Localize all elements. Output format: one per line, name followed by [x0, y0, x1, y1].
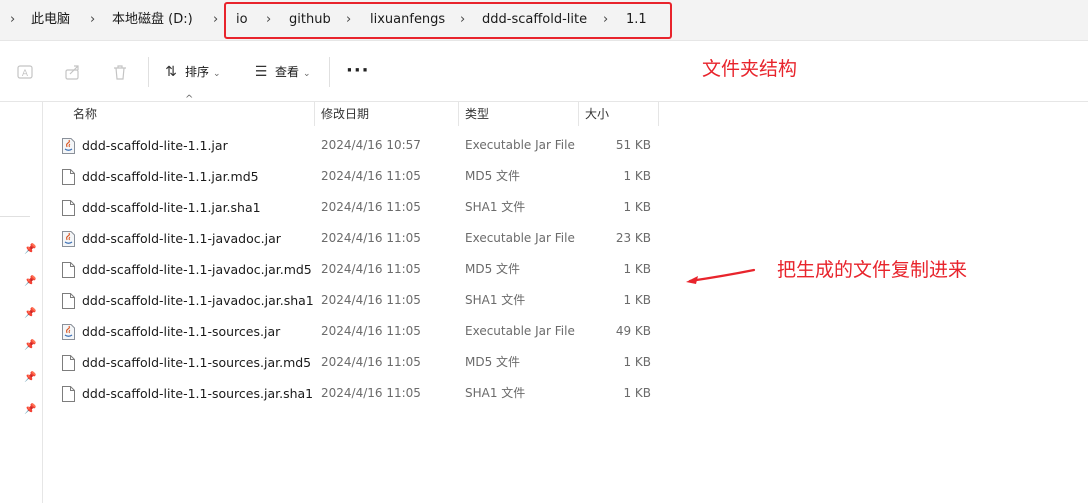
pin-icon: 📌	[24, 372, 37, 383]
file-icon	[62, 200, 75, 216]
file-name: ddd-scaffold-lite-1.1-sources.jar.md5	[82, 355, 312, 370]
file-name: ddd-scaffold-lite-1.1.jar.md5	[82, 169, 259, 184]
view-button[interactable]: ☰ 查看 ⌄	[253, 61, 311, 83]
column-separator[interactable]	[578, 102, 579, 126]
view-list-icon: ☰	[254, 64, 268, 80]
file-type: Executable Jar File	[465, 231, 575, 245]
annotation-arrow-icon	[686, 268, 756, 284]
annotation-copy-files: 把生成的文件复制进来	[777, 259, 968, 281]
file-type: Executable Jar File	[465, 138, 575, 152]
file-icon	[62, 293, 75, 309]
file-modified-date: 2024/4/16 11:05	[321, 293, 421, 307]
more-options-button[interactable]: ···	[346, 62, 370, 80]
column-separator[interactable]	[314, 102, 315, 126]
share-icon[interactable]	[64, 63, 82, 81]
file-row[interactable]: ddd-scaffold-lite-1.1-sources.jar.md5 202…	[55, 347, 660, 378]
file-name: ddd-scaffold-lite-1.1-javadoc.jar.sha1	[82, 293, 314, 308]
pin-icon: 📌	[24, 276, 37, 287]
toolbar-divider	[148, 57, 149, 87]
delete-icon[interactable]	[111, 63, 129, 81]
file-modified-date: 2024/4/16 11:05	[321, 262, 421, 276]
column-separator[interactable]	[458, 102, 459, 126]
chevron-down-icon: ⌄	[213, 69, 221, 79]
rename-icon[interactable]: A	[16, 63, 34, 81]
svg-text:A: A	[22, 69, 29, 79]
file-modified-date: 2024/4/16 11:05	[321, 386, 421, 400]
file-modified-date: 2024/4/16 11:05	[321, 355, 421, 369]
column-header-name[interactable]: 名称	[73, 102, 97, 126]
file-modified-date: 2024/4/16 10:57	[321, 138, 421, 152]
chevron-right-icon: ›	[10, 12, 16, 27]
file-modified-date: 2024/4/16 11:05	[321, 231, 421, 245]
file-name: ddd-scaffold-lite-1.1-javadoc.jar.md5	[82, 262, 312, 277]
file-modified-date: 2024/4/16 11:05	[321, 200, 421, 214]
file-size: 1 KB	[623, 386, 651, 400]
file-icon	[62, 386, 75, 402]
file-row[interactable]: ddd-scaffold-lite-1.1-javadoc.jar 2024/4/…	[55, 223, 660, 254]
file-size: 1 KB	[623, 200, 651, 214]
chevron-right-icon: ›	[213, 12, 219, 27]
file-name: ddd-scaffold-lite-1.1-sources.jar	[82, 324, 281, 339]
file-type: SHA1 文件	[465, 200, 526, 214]
file-icon	[62, 262, 75, 278]
file-name: ddd-scaffold-lite-1.1.jar.sha1	[82, 200, 261, 215]
file-row[interactable]: ddd-scaffold-lite-1.1-javadoc.jar.md5 202…	[55, 254, 660, 285]
jar-file-icon	[62, 231, 75, 247]
file-type: MD5 文件	[465, 169, 521, 183]
address-bar[interactable]: › 此电脑 › 本地磁盘 (D:) › io › github › lixuan…	[0, 0, 1088, 41]
navigation-pane[interactable]: 📌 📌 📌 📌 📌 📌	[0, 102, 43, 503]
column-separator[interactable]	[658, 102, 659, 126]
breadcrumb-this-pc[interactable]: 此电脑	[31, 0, 70, 40]
file-size: 1 KB	[623, 262, 651, 276]
sort-button[interactable]: ⇅ 排序 ⌄	[163, 61, 221, 83]
chevron-down-icon: ⌄	[303, 69, 311, 79]
file-size: 23 KB	[615, 231, 651, 245]
file-row[interactable]: ddd-scaffold-lite-1.1-sources.jar.sha1 20…	[55, 378, 660, 409]
sort-icon: ⇅	[165, 64, 177, 80]
column-header-modified[interactable]: 修改日期	[321, 102, 369, 126]
file-type: SHA1 文件	[465, 386, 526, 400]
file-size: 51 KB	[615, 138, 651, 152]
file-modified-date: 2024/4/16 11:05	[321, 324, 421, 338]
sort-ascending-icon: ^	[185, 94, 194, 105]
file-icon	[62, 355, 75, 371]
pin-icon: 📌	[24, 404, 37, 415]
pin-icon: 📌	[24, 244, 37, 255]
file-row[interactable]: ddd-scaffold-lite-1.1-sources.jar 2024/4/…	[55, 316, 660, 347]
annotation-folder-structure: 文件夹结构	[702, 58, 798, 80]
pin-icon: 📌	[24, 308, 37, 319]
file-size: 1 KB	[623, 169, 651, 183]
column-header-size[interactable]: 大小	[585, 102, 609, 126]
toolbar-divider	[329, 57, 330, 87]
file-modified-date: 2024/4/16 11:05	[321, 169, 421, 183]
file-type: SHA1 文件	[465, 293, 526, 307]
file-name: ddd-scaffold-lite-1.1-sources.jar.sha1	[82, 386, 314, 401]
annotation-highlight-box	[224, 2, 672, 39]
pin-icon: 📌	[24, 340, 37, 351]
file-size: 49 KB	[615, 324, 651, 338]
file-row[interactable]: ddd-scaffold-lite-1.1.jar.md5 2024/4/16 1…	[55, 161, 660, 192]
file-size: 1 KB	[623, 355, 651, 369]
file-type: MD5 文件	[465, 262, 521, 276]
jar-file-icon	[62, 138, 75, 154]
file-size: 1 KB	[623, 293, 651, 307]
sort-label: 排序	[185, 65, 210, 79]
file-type: MD5 文件	[465, 355, 521, 369]
file-name: ddd-scaffold-lite-1.1-javadoc.jar	[82, 231, 281, 246]
view-label: 查看	[275, 65, 300, 79]
breadcrumb-drive-d[interactable]: 本地磁盘 (D:)	[112, 0, 193, 40]
nav-divider	[0, 216, 30, 217]
file-type: Executable Jar File	[465, 324, 575, 338]
chevron-right-icon: ›	[90, 12, 96, 27]
file-name: ddd-scaffold-lite-1.1.jar	[82, 138, 228, 153]
command-bar: A ⇅ 排序 ⌄ ☰ 查看 ⌄ ···	[0, 41, 1088, 102]
file-row[interactable]: ddd-scaffold-lite-1.1.jar.sha1 2024/4/16 …	[55, 192, 660, 223]
file-icon	[62, 169, 75, 185]
jar-file-icon	[62, 324, 75, 340]
file-row[interactable]: ddd-scaffold-lite-1.1.jar 2024/4/16 10:57…	[55, 130, 660, 161]
file-row[interactable]: ddd-scaffold-lite-1.1-javadoc.jar.sha1 20…	[55, 285, 660, 316]
column-header-type[interactable]: 类型	[465, 102, 489, 126]
